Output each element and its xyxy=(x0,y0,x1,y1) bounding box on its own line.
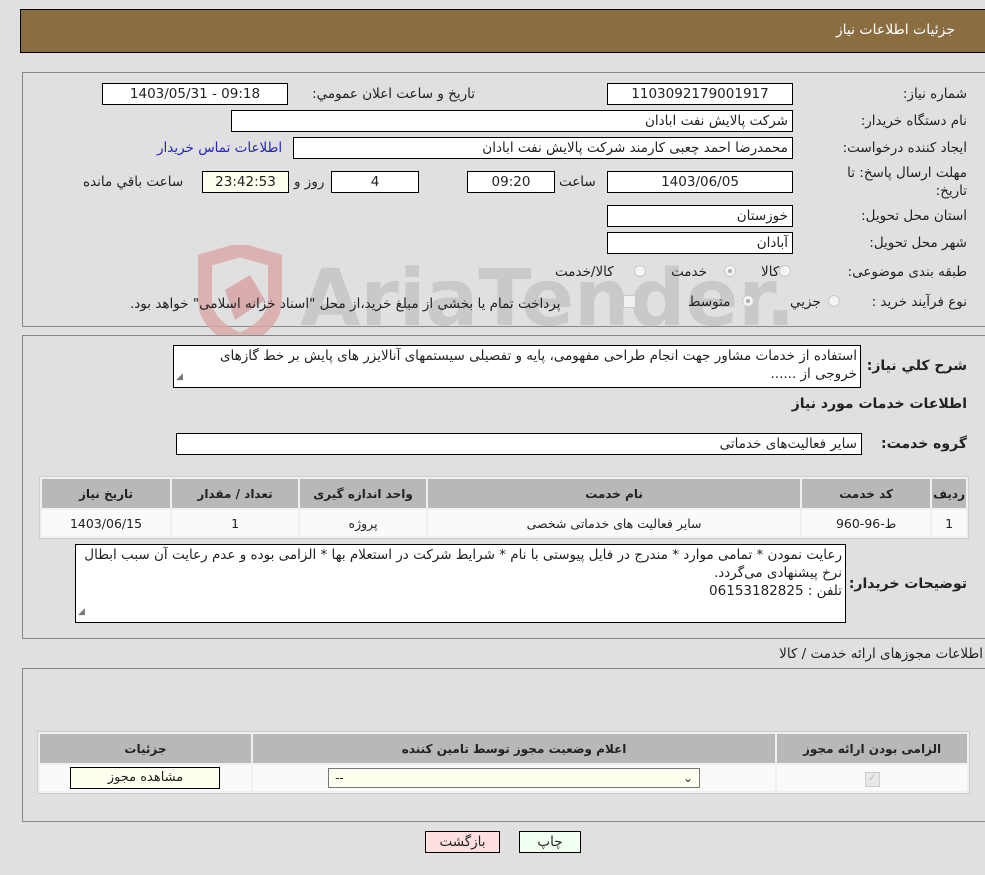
category-radio-service[interactable] xyxy=(724,265,736,277)
col-header-status: اعلام وضعیت مجوز توسط تامین کننده xyxy=(252,734,776,763)
cell-status: ⌄ -- xyxy=(252,765,776,791)
remaining-label: ساعت باقي مانده xyxy=(83,174,184,190)
buyer-notes-textarea[interactable]: رعایت نمودن * تمامی موارد * مندرج در فای… xyxy=(75,544,846,623)
permit-status-select[interactable]: ⌄ -- xyxy=(328,768,701,788)
services-table-header: ردیف کد خدمت نام خدمت واحد اندازه گیری ت… xyxy=(42,479,966,508)
cell-name: سایر فعالیت های خدماتی شخصی xyxy=(428,510,801,536)
permits-table: الزامی بودن ارائه مجوز اعلام وضعیت مجوز … xyxy=(37,731,970,794)
view-permit-button[interactable]: مشاهده مجوز xyxy=(70,767,221,789)
col-header-quantity: تعداد / مقدار xyxy=(172,479,299,508)
resize-grip-icon[interactable]: ◢ xyxy=(78,603,85,621)
description-textarea[interactable]: استفاده از خدمات مشاور جهت انجام طراحی م… xyxy=(173,345,861,388)
permits-table-header: الزامی بودن ارائه مجوز اعلام وضعیت مجوز … xyxy=(40,734,967,763)
col-header-required: الزامی بودن ارائه مجوز xyxy=(777,734,967,763)
col-header-row: ردیف xyxy=(932,479,966,508)
treasury-checkbox[interactable] xyxy=(623,295,636,308)
category-option-goods-service: کالا/خدمت xyxy=(555,264,614,280)
days-label: روز و xyxy=(294,174,325,190)
city-label: شهر محل تحویل: xyxy=(869,235,967,251)
print-button[interactable]: چاپ xyxy=(519,831,581,853)
buyer-contact-link[interactable]: اطلاعات تماس خریدار xyxy=(157,140,282,156)
city-field: آبادان xyxy=(607,232,793,254)
process-option-medium: متوسط xyxy=(688,294,731,310)
required-checkbox-checked-icon: ✓ xyxy=(864,772,880,787)
process-radio-minor[interactable] xyxy=(828,295,840,307)
treasury-note: پرداخت تمام یا بخشی از مبلغ خرید،از محل … xyxy=(130,296,561,312)
remaining-time-field: 23:42:53 xyxy=(202,171,289,193)
deadline-time-label: ساعت xyxy=(559,174,596,190)
need-number-label: شماره نیاز: xyxy=(902,86,967,102)
page-title: جزئیات اطلاعات نیاز xyxy=(835,22,955,38)
cell-required: ✓ xyxy=(777,765,967,791)
services-heading: اطلاعات خدمات مورد نیاز xyxy=(791,396,967,412)
province-field: خوزستان xyxy=(607,205,793,227)
col-header-code: کد خدمت xyxy=(802,479,931,508)
days-remaining-field: 4 xyxy=(331,171,419,193)
creator-label: ایجاد کننده درخواست: xyxy=(842,140,967,156)
announce-field: 1403/05/31 - 09:18 xyxy=(102,83,288,105)
description-text: استفاده از خدمات مشاور جهت انجام طراحی م… xyxy=(219,348,857,382)
creator-field: محمدرضا احمد چعبی کارمند شرکت پالایش نفت… xyxy=(293,137,793,159)
cell-code: ط-96-960 xyxy=(802,510,931,536)
table-row: 1 ط-96-960 سایر فعالیت های خدماتی شخصی پ… xyxy=(42,510,966,536)
deadline-time-field: 09:20 xyxy=(467,171,555,193)
resize-grip-icon[interactable]: ◢ xyxy=(176,368,183,386)
service-group-field: سایر فعالیت‌های خدماتی xyxy=(176,433,862,455)
page-header: جزئیات اطلاعات نیاز xyxy=(20,9,985,53)
cell-details: مشاهده مجوز xyxy=(40,765,251,791)
deadline-label: مهلت ارسال پاسخ: تا تاریخ: xyxy=(847,165,967,199)
need-number-field: 1103092179001917 xyxy=(607,83,793,105)
buyer-notes-label: توضیحات خریدار: xyxy=(848,576,967,592)
cell-unit: پروژه xyxy=(300,510,427,536)
announce-label: تاریخ و ساعت اعلان عمومي: xyxy=(312,86,475,102)
buyer-org-label: نام دستگاه خریدار: xyxy=(860,113,967,129)
col-header-date: تاریخ نیاز xyxy=(42,479,171,508)
buyer-notes-line1: رعایت نمودن * تمامی موارد * مندرج در فای… xyxy=(84,547,842,581)
cell-row: 1 xyxy=(932,510,966,536)
category-radio-goods-service[interactable] xyxy=(634,265,646,277)
category-radio-goods[interactable] xyxy=(779,265,791,277)
services-table: ردیف کد خدمت نام خدمت واحد اندازه گیری ت… xyxy=(39,476,969,539)
description-label: شرح کلي نیاز: xyxy=(866,358,967,374)
col-header-name: نام خدمت xyxy=(428,479,801,508)
cell-quantity: 1 xyxy=(172,510,299,536)
category-option-service: خدمت xyxy=(671,264,707,280)
cell-date: 1403/06/15 xyxy=(42,510,171,536)
col-header-unit: واحد اندازه گیری xyxy=(300,479,427,508)
category-label: طبقه بندی موضوعی: xyxy=(847,264,967,280)
service-group-label: گروه خدمت: xyxy=(881,436,967,452)
process-label: نوع فرآیند خرید : xyxy=(871,294,967,310)
buyer-notes-line2: تلفن : 06153182825 xyxy=(709,583,842,599)
deadline-date-field: 1403/06/05 xyxy=(607,171,793,193)
province-label: استان محل تحویل: xyxy=(861,208,967,224)
table-row: ✓ ⌄ -- مشاهده مجوز xyxy=(40,765,967,791)
permits-title: اطلاعات مجوزهای ارائه خدمت / کالا xyxy=(779,646,983,662)
permit-status-value: -- xyxy=(335,771,344,785)
back-button[interactable]: بازگشت xyxy=(425,831,500,853)
category-option-goods: کالا xyxy=(761,264,780,280)
col-header-details: جزئیات xyxy=(40,734,251,763)
process-radio-medium[interactable] xyxy=(742,295,754,307)
process-option-minor: جزيي xyxy=(790,294,821,310)
chevron-down-icon: ⌄ xyxy=(683,771,694,785)
buyer-org-field: شرکت پالایش نفت ابادان xyxy=(231,110,793,132)
